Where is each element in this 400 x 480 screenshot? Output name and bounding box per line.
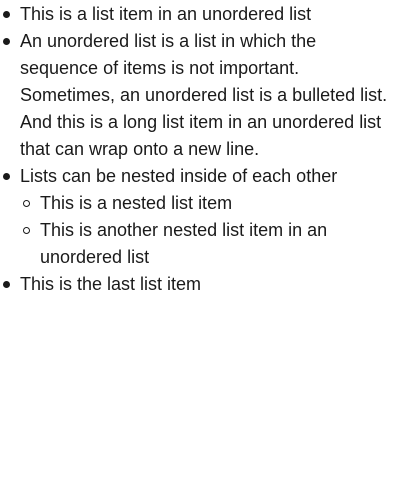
list-item: This is the last list item [0,271,393,298]
nested-list-item: This is another nested list item in an u… [20,217,340,271]
list-item-text: This is the last list item [20,274,202,294]
nested-list-item-text: This is a nested list item [40,193,233,213]
list-item-text: This is a list item in an unordered list [20,4,312,24]
list-item: An unordered list is a list in which the… [0,28,393,163]
unordered-list: This is a list item in an unordered list… [0,0,400,298]
list-item: Lists can be nested inside of each other… [0,163,393,271]
nested-list-item: This is a nested list item [20,190,340,217]
list-item-text: Lists can be nested inside of each other [20,166,338,186]
nested-list: This is a nested list item This is anoth… [20,190,393,271]
nested-list-item-text: This is another nested list item in an u… [40,220,328,267]
list-item-text: An unordered list is a list in which the… [20,31,388,159]
list-item: This is a list item in an unordered list [0,1,393,28]
